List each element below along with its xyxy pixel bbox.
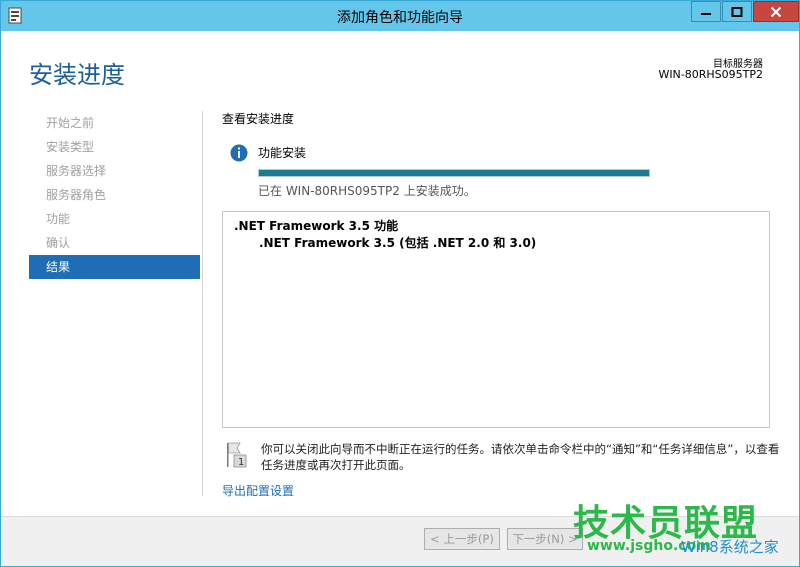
window-title: 添加角色和功能向导	[337, 10, 463, 26]
nav-item-server-selection[interactable]: 服务器选择	[29, 159, 200, 183]
minimize-button[interactable]	[691, 1, 721, 22]
result-feature: .NET Framework 3.5 功能	[234, 219, 399, 233]
install-progress-bar	[258, 169, 650, 177]
target-server-value: WIN-80RHS095TP2	[658, 68, 763, 81]
watermark-site: Win8系统之家	[681, 538, 779, 556]
progress-fill	[259, 170, 649, 176]
section-title: 查看安装进度	[222, 112, 295, 126]
maximize-button[interactable]	[722, 1, 752, 22]
nav-divider	[202, 111, 203, 496]
results-list: .NET Framework 3.5 功能 .NET Framework 3.5…	[222, 211, 770, 428]
page-title: 安装进度	[29, 61, 125, 89]
result-subfeature: .NET Framework 3.5 (包括 .NET 2.0 和 3.0)	[259, 236, 537, 250]
wizard-window: 添加角色和功能向导 安装进度 目标服务器 WIN-80RHS095TP2 开始之…	[0, 0, 800, 567]
maximize-icon	[731, 6, 743, 17]
title-bar[interactable]: 添加角色和功能向导	[1, 1, 799, 31]
nav-item-before-you-begin[interactable]: 开始之前	[29, 111, 200, 135]
notification-flag-icon: 1	[227, 442, 247, 468]
minimize-icon	[701, 12, 711, 15]
export-config-link[interactable]: 导出配置设置	[222, 482, 294, 499]
nav-item-results[interactable]: 结果	[29, 255, 200, 279]
close-icon	[770, 6, 782, 17]
close-button[interactable]	[753, 1, 799, 22]
nav-item-confirmation[interactable]: 确认	[29, 231, 200, 255]
feature-install-label: 功能安装	[258, 146, 307, 160]
svg-text:1: 1	[238, 457, 244, 468]
previous-button[interactable]: < 上一步(P)	[424, 528, 500, 550]
nav-item-server-roles[interactable]: 服务器角色	[29, 183, 200, 207]
nav-item-installation-type[interactable]: 安装类型	[29, 135, 200, 159]
close-wizard-note: 你可以关闭此向导而不中断正在运行的任务。请依次单击命令栏中的“通知”和“任务详细…	[261, 442, 780, 472]
install-status-text: 已在 WIN-80RHS095TP2 上安装成功。	[258, 184, 476, 198]
nav-item-features[interactable]: 功能	[29, 207, 200, 231]
next-button[interactable]: 下一步(N) >	[507, 528, 583, 550]
info-icon	[230, 144, 248, 162]
wizard-nav: 开始之前 安装类型 服务器选择 服务器角色 功能 确认 结果	[29, 111, 200, 279]
